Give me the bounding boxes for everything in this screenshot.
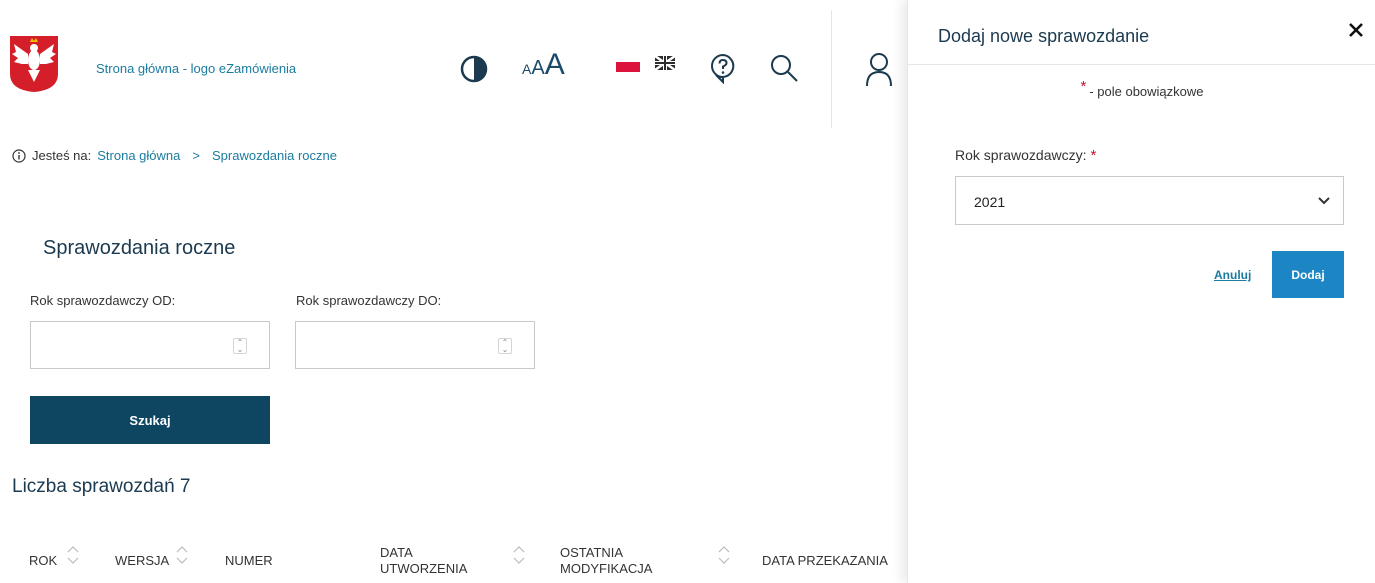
- required-note-text: - pole obowiązkowe: [1089, 84, 1204, 99]
- year-to-input[interactable]: ⌃ ⌄: [295, 321, 535, 369]
- breadcrumb-separator: >: [192, 148, 200, 163]
- sort-wersja-icon[interactable]: [175, 544, 189, 566]
- search-button[interactable]: Szukaj: [30, 396, 270, 444]
- sort-rok-icon[interactable]: [66, 544, 80, 566]
- year-select-label-text: Rok sprawozdawczy:: [955, 147, 1087, 163]
- user-icon[interactable]: [864, 51, 894, 87]
- year-from-input[interactable]: ⌃ ⌄: [30, 321, 270, 369]
- sort-data-utworzenia-icon[interactable]: [512, 544, 526, 566]
- column-header-ostatnia-modyfikacja[interactable]: OSTATNIA MODYFIKACJA: [560, 545, 652, 577]
- column-header-data-przekazania[interactable]: DATA PRZEKAZANIA: [762, 553, 888, 569]
- required-star: *: [1080, 78, 1087, 95]
- sort-ostatnia-modyfikacja-icon[interactable]: [717, 544, 731, 566]
- font-size-medium-button[interactable]: A: [531, 57, 544, 80]
- year-from-spinner[interactable]: ⌃ ⌄: [233, 338, 247, 354]
- breadcrumb: Jesteś na: Strona główna > Sprawozdania …: [12, 148, 337, 163]
- year-select[interactable]: 2021: [955, 176, 1344, 225]
- font-size-small-button[interactable]: A: [522, 61, 531, 77]
- column-header-ostatnia-modyfikacja-line1: OSTATNIA: [560, 545, 624, 560]
- column-header-rok[interactable]: ROK: [29, 553, 57, 569]
- close-icon[interactable]: [1346, 20, 1366, 40]
- home-logo-link[interactable]: Strona główna - logo eZamówienia: [96, 61, 296, 76]
- column-header-data-utworzenia-line1: DATA: [380, 545, 413, 560]
- search-icon[interactable]: [769, 53, 799, 83]
- chevron-down-icon: [1318, 197, 1330, 205]
- panel-title: Dodaj nowe sprawozdanie: [938, 26, 1150, 46]
- year-select-label: Rok sprawozdawczy: *: [955, 147, 1099, 164]
- add-button[interactable]: Dodaj: [1272, 251, 1344, 298]
- cancel-button[interactable]: Anuluj: [1214, 268, 1251, 282]
- font-size-large-button[interactable]: A: [545, 48, 565, 82]
- column-header-data-utworzenia-line2: UTWORZENIA: [380, 561, 468, 576]
- year-to-spinner[interactable]: ⌃ ⌄: [498, 338, 512, 354]
- required-note: * - pole obowiązkowe: [908, 78, 1375, 100]
- flag-pl-icon[interactable]: [616, 62, 640, 72]
- flag-uk-icon[interactable]: [655, 56, 675, 70]
- column-header-ostatnia-modyfikacja-line2: MODYFIKACJA: [560, 561, 653, 576]
- breadcrumb-prefix: Jesteś na:: [32, 148, 92, 163]
- reports-count: Liczba sprawozdań 7: [12, 476, 191, 497]
- breadcrumb-home-link[interactable]: Strona główna: [97, 148, 180, 163]
- column-header-wersja[interactable]: WERSJA: [115, 553, 169, 569]
- help-icon[interactable]: [708, 52, 738, 84]
- year-to-label: Rok sprawozdawczy DO:: [296, 293, 442, 308]
- font-size-switcher: AAA: [522, 48, 565, 82]
- year-select-value: 2021: [974, 194, 1006, 210]
- info-icon: [12, 148, 26, 163]
- year-required-star: *: [1090, 147, 1097, 164]
- poland-emblem-logo[interactable]: [8, 34, 60, 94]
- panel-divider: [908, 64, 1375, 65]
- column-header-numer[interactable]: NUMER: [225, 553, 273, 569]
- page-title: Sprawozdania roczne: [43, 237, 236, 259]
- add-report-panel: Dodaj nowe sprawozdanie * - pole obowiązk…: [907, 0, 1375, 583]
- header-divider: [831, 10, 832, 128]
- year-from-label: Rok sprawozdawczy OD:: [30, 293, 176, 308]
- column-header-data-utworzenia[interactable]: DATA UTWORZENIA: [380, 545, 467, 577]
- breadcrumb-current[interactable]: Sprawozdania roczne: [212, 148, 337, 163]
- contrast-icon[interactable]: [460, 55, 488, 83]
